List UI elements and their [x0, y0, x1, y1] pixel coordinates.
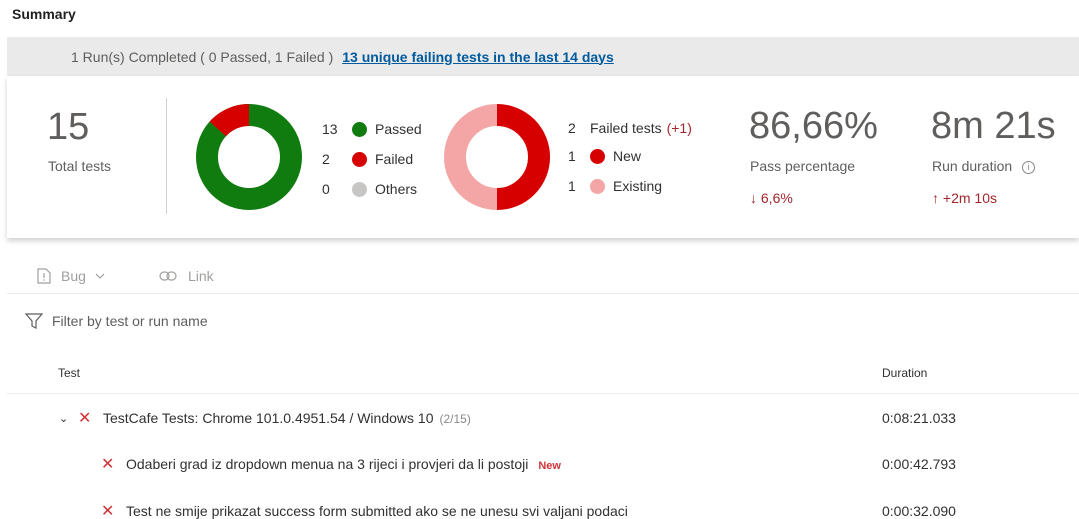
donut-failed-segment: [209, 104, 250, 137]
failed-tests-label: Failed tests: [590, 120, 662, 136]
table-row[interactable]: ✕ Test ne smije prikazat success form su…: [0, 497, 1079, 519]
bug-button[interactable]: Bug: [37, 258, 105, 294]
page-title: Summary: [12, 6, 76, 22]
failed-label: Failed: [375, 151, 414, 167]
filter-input[interactable]: Filter by test or run name: [52, 313, 208, 329]
run-duration-label: Run duration: [932, 158, 1013, 174]
header-divider: [7, 393, 1079, 394]
new-count: 1: [568, 148, 576, 164]
run-summary-banner: 1 Run(s) Completed ( 0 Passed, 1 Failed …: [7, 37, 1079, 76]
bug-label: Bug: [61, 268, 86, 284]
chevron-down-icon[interactable]: ⌄: [59, 412, 68, 425]
legend-failed: 2 Failed: [322, 149, 413, 169]
bug-icon: [37, 268, 51, 284]
column-header-test[interactable]: Test: [58, 366, 80, 380]
table-row[interactable]: ✕ Odaberi grad iz dropdown menua na 3 ri…: [0, 450, 1079, 478]
failed-x-icon: ✕: [101, 503, 115, 519]
arrow-up-icon: ↑: [932, 190, 939, 206]
total-tests-value: 15: [47, 106, 90, 148]
existing-count: 1: [568, 178, 576, 194]
test-name: Test ne smije prikazat success form subm…: [126, 503, 628, 519]
failed-tests-delta: (+1): [666, 120, 692, 136]
run-count: (2/15): [439, 412, 471, 426]
donut-new-segment: [496, 104, 550, 210]
total-tests-label: Total tests: [48, 158, 112, 174]
new-badge: New: [538, 460, 561, 472]
row-test-name: Odaberi grad iz dropdown menua na 3 rije…: [126, 456, 561, 472]
link-label: Link: [188, 268, 214, 284]
chevron-down-icon: [95, 273, 105, 279]
pass-percentage-delta: ↓ 6,6%: [750, 190, 793, 206]
arrow-down-icon: ↓: [750, 190, 757, 206]
failing-tests-link[interactable]: 13 unique failing tests in the last 14 d…: [342, 49, 614, 65]
failed-breakdown-donut-chart: [444, 104, 550, 210]
run-duration-delta: ↑ +2m 10s: [932, 190, 997, 206]
failed-dot-icon: [352, 151, 367, 167]
failed-count: 2: [322, 151, 330, 167]
link-button[interactable]: Link: [159, 258, 214, 294]
outcome-donut-chart: [196, 104, 302, 210]
existing-label: Existing: [613, 178, 663, 194]
row-duration: 0:00:42.793: [882, 456, 956, 472]
passed-count: 13: [322, 121, 338, 137]
pass-percentage-delta-value: 6,6%: [760, 190, 793, 206]
row-duration: 0:08:21.033: [882, 410, 956, 426]
legend-passed: 13 Passed: [322, 119, 422, 139]
table-row[interactable]: ⌄ ✕ TestCafe Tests: Chrome 101.0.4951.54…: [0, 404, 1079, 432]
run-duration-delta-value: +2m 10s: [942, 190, 997, 206]
legend-new: 1 New: [568, 146, 641, 166]
filter-box[interactable]: Filter by test or run name: [25, 313, 208, 329]
failed-x-icon: ✕: [101, 456, 115, 473]
new-label: New: [613, 148, 642, 164]
column-header-duration[interactable]: Duration: [882, 366, 927, 380]
new-dot-icon: [590, 148, 605, 164]
others-dot-icon: [352, 181, 367, 197]
filter-icon: [25, 313, 43, 329]
test-name: Odaberi grad iz dropdown menua na 3 rije…: [126, 456, 529, 472]
legend-existing: 1 Existing: [568, 176, 662, 196]
pass-percentage-value: 86,66%: [749, 105, 878, 147]
run-name: TestCafe Tests: Chrome 101.0.4951.54 / W…: [103, 410, 434, 426]
toolbar: Bug Link: [7, 258, 1079, 294]
legend-failed-tests: 2 Failed tests (+1): [568, 118, 692, 138]
failed-tests-count: 2: [568, 120, 576, 136]
others-count: 0: [322, 181, 330, 197]
run-duration-value: 8m 21s: [931, 105, 1056, 147]
pass-percentage-label: Pass percentage: [750, 158, 856, 174]
stats-divider: [166, 98, 167, 214]
existing-dot-icon: [590, 178, 605, 194]
failed-x-icon: ✕: [78, 410, 92, 427]
legend-others: 0 Others: [322, 179, 417, 199]
others-label: Others: [375, 181, 418, 197]
row-duration: 0:00:32.090: [882, 503, 956, 519]
link-icon: [159, 271, 177, 281]
run-duration-label-wrap: Run duration i: [932, 158, 1036, 174]
passed-label: Passed: [375, 121, 422, 137]
run-summary-text: 1 Run(s) Completed ( 0 Passed, 1 Failed …: [71, 48, 334, 65]
info-icon[interactable]: i: [1022, 160, 1036, 174]
row-test-name: TestCafe Tests: Chrome 101.0.4951.54 / W…: [103, 410, 471, 426]
passed-dot-icon: [352, 121, 367, 137]
